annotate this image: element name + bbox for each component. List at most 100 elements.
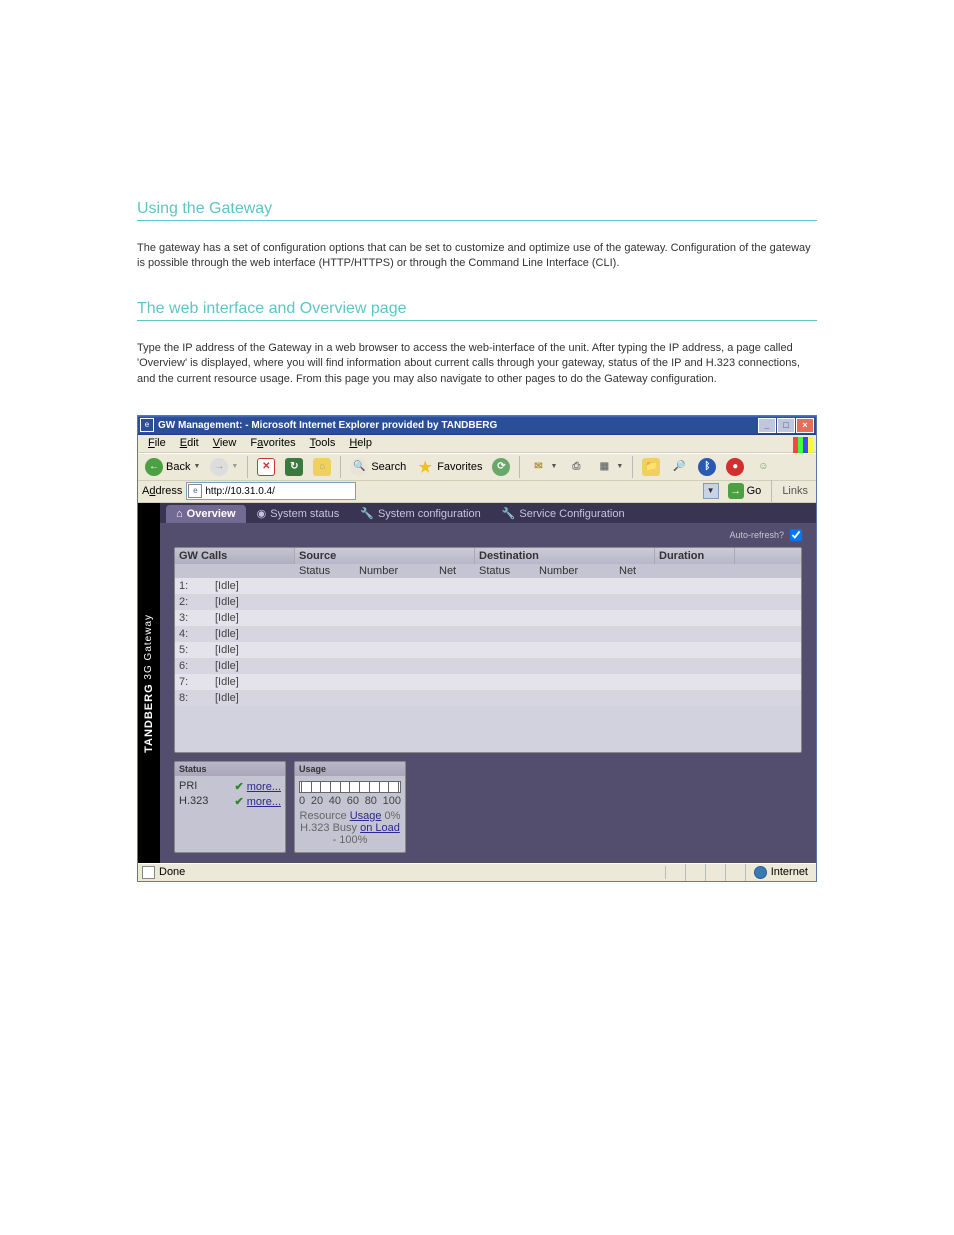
titlebar[interactable]: e GW Management: - Microsoft Internet Ex… <box>138 416 816 435</box>
section-body-web: Type the IP address of the Gateway in a … <box>137 341 817 387</box>
messenger-icon: ☺ <box>754 458 772 476</box>
table-row[interactable]: 2:[Idle] <box>175 594 801 610</box>
usage-panel: Usage 0 20 40 60 80 100 <box>294 761 406 853</box>
messenger-button[interactable]: ☺ <box>751 456 775 478</box>
go-button[interactable]: →Go <box>724 482 766 500</box>
mail-button[interactable]: ✉▼ <box>526 456 560 478</box>
table-row[interactable]: 6:[Idle] <box>175 658 801 674</box>
favorites-button[interactable]: ★Favorites <box>413 456 485 478</box>
tab-system-config[interactable]: 🔧System configuration <box>350 505 490 523</box>
search-button[interactable]: 🔍Search <box>347 456 409 478</box>
refresh-button[interactable]: ↻ <box>282 456 306 478</box>
back-icon: ← <box>145 458 163 476</box>
sub-status-dst: Status <box>475 564 535 578</box>
menu-tools[interactable]: Tools <box>304 437 342 449</box>
status-pri-label: PRI <box>179 780 197 792</box>
autorefresh-label: Auto-refresh? <box>729 530 784 540</box>
browser-window: e GW Management: - Microsoft Internet Ex… <box>137 415 817 882</box>
content-area: TANDBERG 3G Gateway ⌂Overview ◉System st… <box>138 503 816 863</box>
table-row[interactable]: 4:[Idle] <box>175 626 801 642</box>
page-icon: e <box>188 484 202 498</box>
stop-button[interactable]: ✕ <box>254 456 278 478</box>
folder-icon: 📁 <box>642 458 660 476</box>
brand-label: TANDBERG 3G Gateway <box>143 614 155 753</box>
ie-icon: e <box>140 418 154 432</box>
autorefresh-checkbox[interactable] <box>790 529 802 541</box>
maximize-button[interactable]: □ <box>777 418 795 433</box>
sub-status-src: Status <box>295 564 355 578</box>
busy-load-text: H.323 Busy on Load - 100% <box>299 822 401 846</box>
mail-icon: ✉ <box>529 458 547 476</box>
menubar: File Edit View Favorites Tools Help <box>138 435 816 453</box>
edit-button[interactable]: ▦▼ <box>592 456 626 478</box>
table-row[interactable]: 1:[Idle] <box>175 578 801 594</box>
status-done: Done <box>159 866 185 878</box>
print-button[interactable]: ⎙ <box>564 456 588 478</box>
history-button[interactable]: ⟳ <box>489 456 513 478</box>
address-label: Address <box>142 485 182 497</box>
section-title-using: Using the Gateway <box>137 200 817 221</box>
table-row[interactable]: 3:[Idle] <box>175 610 801 626</box>
col-gwcalls: GW Calls <box>175 548 295 564</box>
bluetooth-icon: ᛒ <box>698 458 716 476</box>
circle-icon: ● <box>726 458 744 476</box>
bluetooth-button[interactable]: ᛒ <box>695 456 719 478</box>
menu-view[interactable]: View <box>207 437 243 449</box>
research-button[interactable]: 🔎 <box>667 456 691 478</box>
back-button[interactable]: ←Back▼ <box>142 456 203 478</box>
tab-service-config[interactable]: 🔧Service Configuration <box>492 505 635 523</box>
internet-icon <box>754 866 767 879</box>
stop-icon: ✕ <box>257 458 275 476</box>
links-label[interactable]: Links <box>778 485 812 497</box>
status-panel: Status PRI✔ more... H.323✔ more... <box>174 761 286 853</box>
menu-favorites[interactable]: Favorites <box>244 437 301 449</box>
table-row[interactable]: 7:[Idle] <box>175 674 801 690</box>
toolbar: ←Back▼ →▼ ✕ ↻ ⌂ 🔍Search ★Favorites ⟳ ✉▼ … <box>138 453 816 481</box>
windows-flag-icon <box>793 437 813 453</box>
close-button[interactable]: × <box>796 418 814 433</box>
status-pri-more[interactable]: more... <box>247 781 281 793</box>
print-icon: ⎙ <box>567 458 585 476</box>
resource-usage-link[interactable]: Usage <box>350 810 382 822</box>
col-destination: Destination <box>475 548 655 564</box>
history-icon: ⟳ <box>492 458 510 476</box>
folder-button[interactable]: 📁 <box>639 456 663 478</box>
tab-system-status[interactable]: ◉System status <box>247 505 350 523</box>
menu-file[interactable]: File <box>142 437 172 449</box>
refresh-icon: ↻ <box>285 458 303 476</box>
home-button[interactable]: ⌂ <box>310 456 334 478</box>
wrench-icon: 🔧 <box>502 507 516 520</box>
search-icon: 🔍 <box>350 458 368 476</box>
minimize-button[interactable]: _ <box>758 418 776 433</box>
forward-icon: → <box>210 458 228 476</box>
address-input[interactable] <box>186 482 356 500</box>
address-dropdown[interactable]: ▼ <box>703 483 719 499</box>
window-title: GW Management: - Microsoft Internet Expl… <box>158 420 758 431</box>
section-body-using: The gateway has a set of configuration o… <box>137 241 817 272</box>
menu-help[interactable]: Help <box>343 437 378 449</box>
status-h323-label: H.323 <box>179 795 208 807</box>
star-icon: ★ <box>416 458 434 476</box>
section-title-web: The web interface and Overview page <box>137 300 817 321</box>
edit-icon: ▦ <box>595 458 613 476</box>
menu-edit[interactable]: Edit <box>174 437 205 449</box>
sub-net-src: Net <box>435 564 475 578</box>
table-row[interactable]: 8:[Idle] <box>175 690 801 706</box>
address-bar: Address e ▼ →Go Links <box>138 481 816 503</box>
tab-overview[interactable]: ⌂Overview <box>166 505 246 523</box>
status-zone: Internet <box>771 866 808 878</box>
check-icon: ✔ <box>234 796 243 808</box>
table-row[interactable]: 5:[Idle] <box>175 642 801 658</box>
forward-button[interactable]: →▼ <box>207 456 241 478</box>
go-icon: → <box>728 483 744 499</box>
usage-title: Usage <box>295 762 405 776</box>
busy-load-link[interactable]: on Load <box>360 822 400 834</box>
tab-bar: ⌂Overview ◉System status 🔧System configu… <box>160 503 816 523</box>
status-title: Status <box>175 762 285 776</box>
status-h323-more[interactable]: more... <box>247 796 281 808</box>
page-icon <box>142 866 155 879</box>
sub-number-src: Number <box>355 564 435 578</box>
autorefresh-row: Auto-refresh? <box>160 523 816 547</box>
red-button[interactable]: ● <box>723 456 747 478</box>
gear-icon: ◉ <box>257 507 267 520</box>
